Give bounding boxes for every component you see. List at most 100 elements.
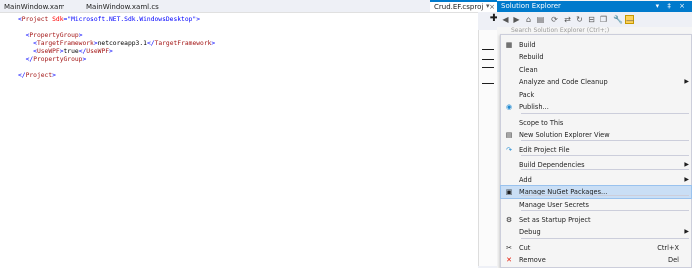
code-token: Project	[25, 72, 53, 79]
code-token: PropertyGroup	[33, 56, 83, 63]
menu-item-label: Build	[519, 41, 536, 49]
menu-separator	[521, 169, 689, 170]
code-line-3: <PropertyGroup>	[18, 32, 83, 40]
code-token: >	[109, 48, 113, 55]
menu-item-label: Publish...	[519, 103, 549, 111]
solution-explorer-toolbar: ◀ ▶ ⌂ ▤ ⟳ ⇄ ↻ ⊟ ❐ 🔧 —	[497, 12, 692, 27]
nuget-icon: ▣	[505, 188, 513, 196]
menu-separator	[521, 113, 689, 114]
scissors-icon: ✂	[506, 244, 512, 252]
code-line-4: <TargetFramework>netcoreapp3.1</TargetFr…	[18, 40, 215, 48]
panel-title: Solution Explorer	[501, 2, 561, 10]
menu-item-label: Scope to This	[519, 119, 564, 127]
menu-item-pack[interactable]: Pack	[501, 89, 691, 101]
menu-separator	[521, 140, 689, 141]
menu-item-label: Add	[519, 176, 532, 184]
code-token: netcoreapp3.1	[97, 40, 147, 47]
code-token: PropertyGroup	[29, 32, 79, 39]
menu-item-add[interactable]: Add ▶	[501, 174, 691, 186]
switch-views-icon[interactable]: ▤	[536, 15, 545, 24]
code-token: </	[18, 72, 26, 79]
scroll-marker	[482, 59, 494, 60]
scroll-marker	[482, 49, 494, 50]
code-line-8: </Project>	[18, 72, 56, 80]
code-token: TargetFramework	[36, 40, 94, 47]
code-line-6: </PropertyGroup>	[18, 56, 87, 64]
code-token: >	[82, 56, 87, 63]
new-view-icon: ▤	[505, 131, 513, 139]
tab-label: MainWindow.xaml	[4, 3, 64, 11]
back-icon[interactable]: ◀	[501, 15, 510, 24]
menu-separator	[521, 195, 689, 196]
menu-item-label: Rebuild	[519, 53, 544, 61]
context-menu: ▦ Build Rebuild Clean Analyze and Code Clean…	[500, 34, 692, 268]
scroll-marker	[482, 67, 494, 68]
menu-item-remove[interactable]: ✕ Remove Del	[501, 254, 691, 266]
pending-changes-icon[interactable]: ⟳	[550, 15, 559, 24]
code-token: Sdk	[48, 16, 64, 23]
menu-item-label: Set as Startup Project	[519, 216, 591, 224]
code-token: </	[146, 40, 155, 47]
code-editor[interactable]: <Project Sdk="Microsoft.NET.Sdk.WindowsD…	[0, 12, 478, 268]
menu-item-clean[interactable]: Clean	[501, 64, 691, 76]
properties-icon[interactable]: 🔧	[613, 15, 623, 24]
tab-label: MainWindow.xaml.cs	[86, 3, 159, 11]
collapse-all-icon[interactable]: ⊟	[587, 15, 596, 24]
publish-icon: ◉	[505, 103, 513, 111]
code-token: UseWPF	[36, 48, 60, 55]
code-token: "Microsoft.NET.Sdk.WindowsDesktop"	[67, 16, 197, 23]
tab-label: Crud.EF.csproj	[434, 3, 484, 11]
menu-item-set-as-startup-project[interactable]: ⚙ Set as Startup Project	[501, 214, 691, 226]
menu-item-build[interactable]: ▦ Build	[501, 39, 691, 51]
menu-item-debug[interactable]: Debug ▶	[501, 226, 691, 238]
remove-icon: ✕	[506, 256, 512, 264]
code-token: >	[196, 16, 201, 23]
home-icon[interactable]: ⌂	[524, 15, 533, 24]
code-token: >	[78, 32, 83, 39]
code-token: >	[211, 40, 216, 47]
menu-item-label: Analyze and Code Cleanup	[519, 78, 608, 86]
menu-separator	[521, 238, 689, 239]
edit-file-icon: ↷	[506, 146, 512, 154]
menu-item-publish[interactable]: ◉ Publish...	[501, 101, 691, 113]
menu-item-rebuild[interactable]: Rebuild	[501, 51, 691, 63]
menu-item-label: Clean	[519, 66, 538, 74]
code-token: TargetFramework	[154, 40, 212, 47]
menu-separator	[521, 155, 689, 156]
menu-item-label: Manage NuGet Packages...	[519, 188, 608, 196]
submenu-arrow-icon: ▶	[684, 228, 689, 235]
scroll-marker	[482, 83, 494, 84]
preview-selected-icon[interactable]: —	[625, 15, 634, 25]
search-input[interactable]: Search Solution Explorer (Ctrl+;)	[497, 27, 692, 34]
code-token: Project	[21, 16, 49, 23]
submenu-arrow-icon: ▶	[684, 176, 689, 183]
tab-mainwindow-xaml-cs[interactable]: MainWindow.xaml.cs	[82, 2, 172, 12]
forward-icon[interactable]: ▶	[512, 15, 521, 24]
shortcut-label: Ctrl+X	[657, 244, 679, 252]
panel-window-controls[interactable]: ▾ ‡ ×	[656, 1, 688, 12]
menu-item-label: Remove	[519, 256, 546, 264]
build-icon: ▦	[505, 41, 513, 49]
code-line-5: <UseWPF>true</UseWPF>	[18, 48, 113, 56]
sync-icon[interactable]: ⇄	[563, 15, 572, 24]
menu-item-analyze-and-code-cleanup[interactable]: Analyze and Code Cleanup ▶	[501, 76, 691, 88]
submenu-arrow-icon: ▶	[684, 78, 689, 85]
menu-item-cut[interactable]: ✂ Cut Ctrl+X	[501, 242, 691, 254]
menu-item-scope-to-this[interactable]: Scope to This	[501, 117, 691, 129]
code-token: >	[52, 72, 56, 79]
menu-item-label: Pack	[519, 91, 535, 99]
tab-dropdown-icon[interactable]: ▾	[486, 2, 490, 10]
close-icon[interactable]: ×	[489, 2, 495, 12]
menu-separator	[521, 210, 689, 211]
refresh-icon[interactable]: ↻	[575, 15, 584, 24]
show-all-files-icon[interactable]: ❐	[599, 15, 608, 24]
code-token: UseWPF	[86, 48, 110, 55]
tab-mainwindow-xaml[interactable]: MainWindow.xaml	[0, 2, 64, 12]
menu-item-label: Cut	[519, 244, 531, 252]
menu-item-manage-nuget-packages[interactable]: ▣ Manage NuGet Packages...	[500, 185, 692, 199]
code-line-1: <Project Sdk="Microsoft.NET.Sdk.WindowsD…	[18, 16, 200, 24]
